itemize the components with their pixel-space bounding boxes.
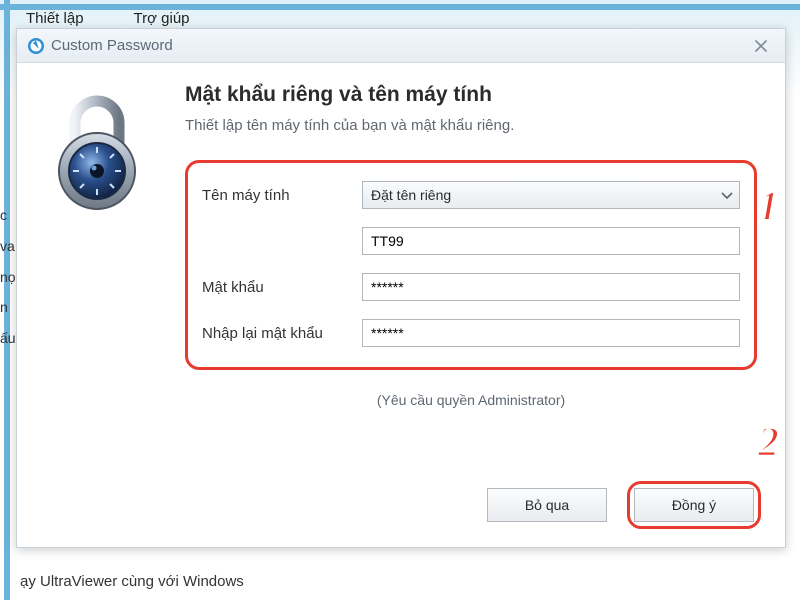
row-computer-name: Tên máy tính Đặt tên riêng [202, 181, 740, 209]
app-icon [27, 37, 45, 55]
lock-column [37, 83, 157, 457]
label-computer-name: Tên máy tính [202, 187, 362, 204]
skip-button[interactable]: Bỏ qua [487, 488, 607, 522]
menu-setup[interactable]: Thiết lập [26, 10, 84, 27]
dialog-title: Custom Password [51, 37, 173, 54]
close-button[interactable] [747, 35, 775, 57]
annotation-2: 2 [758, 419, 779, 467]
select-value: Đặt tên riêng [371, 187, 451, 203]
dialog-footer: Bỏ qua Đồng ý [17, 477, 785, 547]
label-confirm-password: Nhập lại mật khẩu [202, 325, 362, 342]
password-input[interactable] [362, 273, 740, 301]
chevron-down-icon [721, 187, 733, 203]
content-column: Mật khẩu riêng và tên máy tính Thiết lập… [185, 83, 757, 457]
menu-bar: Thiết lập Trợ giúp [0, 10, 190, 27]
dialog-body: Mật khẩu riêng và tên máy tính Thiết lập… [17, 63, 785, 477]
dialog-heading: Mật khẩu riêng và tên máy tính [185, 83, 757, 107]
row-computer-name-input: . [202, 227, 740, 255]
custom-password-dialog: Custom Password [16, 28, 786, 548]
form-highlight-area: Tên máy tính Đặt tên riêng . [185, 160, 757, 370]
background-text-bottom: ạy UltraViewer cùng với Windows [20, 573, 244, 590]
ok-button[interactable]: Đồng ý [634, 488, 754, 522]
menu-help[interactable]: Trợ giúp [134, 10, 190, 27]
dialog-titlebar: Custom Password [17, 29, 785, 63]
row-password: Mật khẩu [202, 273, 740, 301]
label-password: Mật khẩu [202, 279, 362, 296]
dialog-subheading: Thiết lập tên máy tính của bạn và mật kh… [185, 117, 757, 134]
annotation-1: 1 [758, 183, 779, 231]
row-confirm-password: Nhập lại mật khẩu [202, 319, 740, 347]
computer-name-mode-select[interactable]: Đặt tên riêng [362, 181, 740, 209]
computer-name-input[interactable] [362, 227, 740, 255]
lock-icon [47, 93, 147, 457]
close-icon [755, 40, 767, 52]
confirm-password-input[interactable] [362, 319, 740, 347]
admin-note: (Yêu cầu quyền Administrator) [185, 392, 757, 408]
ok-highlight: Đồng ý [627, 481, 761, 529]
